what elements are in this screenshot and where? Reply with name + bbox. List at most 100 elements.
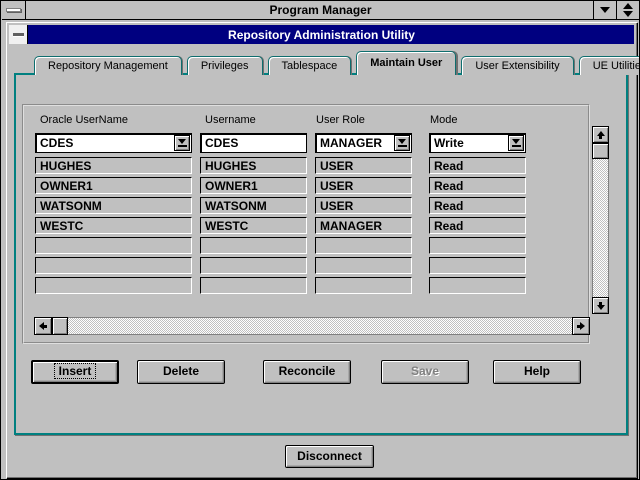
save-button: Save <box>381 360 469 384</box>
oracle-username-combobox[interactable]: CDES <box>35 133 192 153</box>
dropdown-button[interactable] <box>394 135 410 151</box>
button-label: Reconcile <box>279 364 336 378</box>
program-manager-titlebar[interactable]: Program Manager <box>2 1 639 20</box>
down-arrow-icon <box>597 302 605 310</box>
tab-label: Repository Management <box>48 60 168 72</box>
combobox-value: CDES <box>36 134 191 151</box>
grid-cell[interactable]: OWNER1 <box>200 177 307 194</box>
grid-cell[interactable]: HUGHES <box>35 157 192 174</box>
grid-cell[interactable] <box>200 257 307 274</box>
left-arrow-icon <box>39 322 47 330</box>
insert-button[interactable]: Insert <box>31 360 119 384</box>
grid-cell[interactable] <box>200 277 307 294</box>
mode-column: Read Read Read Read <box>429 157 526 297</box>
field-value: CDES <box>201 134 306 151</box>
grid-cell[interactable]: WESTC <box>35 217 192 234</box>
horizontal-scrollbar-thumb[interactable] <box>52 317 68 335</box>
dropdown-button[interactable] <box>174 135 190 151</box>
tab-user-extensibility[interactable]: User Extensibility <box>461 56 573 75</box>
vertical-scrollbar-thumb[interactable] <box>592 143 609 159</box>
scroll-up-button[interactable] <box>592 126 609 143</box>
reconcile-button[interactable]: Reconcile <box>263 360 351 384</box>
screen: Program Manager Repository Administratio… <box>0 0 640 480</box>
grid-cell[interactable] <box>200 237 307 254</box>
vertical-scrollbar-track[interactable] <box>592 159 609 297</box>
column-label-user-role: User Role <box>316 114 365 126</box>
button-label: Help <box>524 364 550 378</box>
tab-label: Maintain User <box>370 57 442 69</box>
tab-bar: Repository Management Privileges Tablesp… <box>34 51 640 75</box>
grid-cell[interactable] <box>429 237 526 254</box>
tab-label: User Extensibility <box>475 60 559 72</box>
window-titlebar[interactable]: Repository Administration Utility <box>9 25 634 44</box>
tab-label: UE Utilities <box>593 60 640 72</box>
restore-icon <box>623 3 633 17</box>
tab-label: Privileges <box>201 60 249 72</box>
grid-cell[interactable]: WATSONM <box>200 197 307 214</box>
tab-repository-management[interactable]: Repository Management <box>34 56 182 75</box>
grid-cell[interactable] <box>35 257 192 274</box>
grid-cell[interactable] <box>315 277 412 294</box>
grid-frame: Oracle UserName Username User Role Mode … <box>22 104 590 344</box>
mode-combobox[interactable]: Write <box>429 133 526 153</box>
grid-cell[interactable]: USER <box>315 157 412 174</box>
minimize-button[interactable] <box>593 1 616 19</box>
disconnect-button[interactable]: Disconnect <box>285 445 374 468</box>
grid-cell[interactable] <box>429 277 526 294</box>
repository-admin-window: Repository Administration Utility Reposi… <box>6 22 637 478</box>
button-label: Delete <box>163 364 199 378</box>
button-label: Disconnect <box>297 449 362 463</box>
window-control-buttons <box>593 1 639 19</box>
grid-cell[interactable]: USER <box>315 197 412 214</box>
grid-cell[interactable]: Read <box>429 177 526 194</box>
delete-button[interactable]: Delete <box>137 360 225 384</box>
grid-cell[interactable]: WESTC <box>200 217 307 234</box>
grid-cell[interactable]: Read <box>429 217 526 234</box>
tab-ue-utilities[interactable]: UE Utilities <box>579 56 640 75</box>
user-role-column: USER USER USER MANAGER <box>315 157 412 297</box>
restore-button[interactable] <box>616 1 639 19</box>
user-role-combobox[interactable]: MANAGER <box>315 133 412 153</box>
vertical-scrollbar <box>592 126 609 314</box>
right-arrow-icon <box>577 322 585 330</box>
grid-cell[interactable] <box>315 237 412 254</box>
grid-cell[interactable]: USER <box>315 177 412 194</box>
grid-cell[interactable] <box>429 257 526 274</box>
tab-tablespace[interactable]: Tablespace <box>268 56 352 75</box>
program-manager-title: Program Manager <box>2 3 639 17</box>
horizontal-scrollbar-track[interactable] <box>68 317 572 335</box>
grid-cell[interactable]: MANAGER <box>315 217 412 234</box>
scroll-left-button[interactable] <box>34 317 52 335</box>
tab-label: Tablespace <box>282 60 338 72</box>
minimize-icon <box>600 7 610 13</box>
grid-cell[interactable] <box>35 237 192 254</box>
button-label: Insert <box>55 364 96 378</box>
grid-cell[interactable]: Read <box>429 157 526 174</box>
horizontal-scrollbar <box>34 317 590 335</box>
column-label-mode: Mode <box>430 114 458 126</box>
grid-cell[interactable]: WATSONM <box>35 197 192 214</box>
tab-privileges[interactable]: Privileges <box>187 56 263 75</box>
column-label-oracle-username: Oracle UserName <box>40 114 128 126</box>
button-label: Save <box>411 364 439 378</box>
grid-cell[interactable] <box>35 277 192 294</box>
dropdown-button[interactable] <box>508 135 524 151</box>
grid-cell[interactable] <box>315 257 412 274</box>
help-button[interactable]: Help <box>493 360 581 384</box>
grid-cell[interactable]: HUGHES <box>200 157 307 174</box>
dropdown-arrow-icon <box>398 139 407 147</box>
window-title: Repository Administration Utility <box>9 28 634 42</box>
oracle-username-column: HUGHES OWNER1 WATSONM WESTC <box>35 157 192 297</box>
dropdown-arrow-icon <box>178 139 187 147</box>
up-arrow-icon <box>597 131 605 139</box>
column-label-username: Username <box>205 114 256 126</box>
grid-cell[interactable]: OWNER1 <box>35 177 192 194</box>
scroll-right-button[interactable] <box>572 317 590 335</box>
grid-cell[interactable]: Read <box>429 197 526 214</box>
scroll-down-button[interactable] <box>592 297 609 314</box>
maintain-user-page: Oracle UserName Username User Role Mode … <box>14 73 628 435</box>
username-field[interactable]: CDES <box>200 133 307 153</box>
dropdown-arrow-icon <box>512 139 521 147</box>
tab-maintain-user[interactable]: Maintain User <box>356 51 456 75</box>
username-column: HUGHES OWNER1 WATSONM WESTC <box>200 157 307 297</box>
